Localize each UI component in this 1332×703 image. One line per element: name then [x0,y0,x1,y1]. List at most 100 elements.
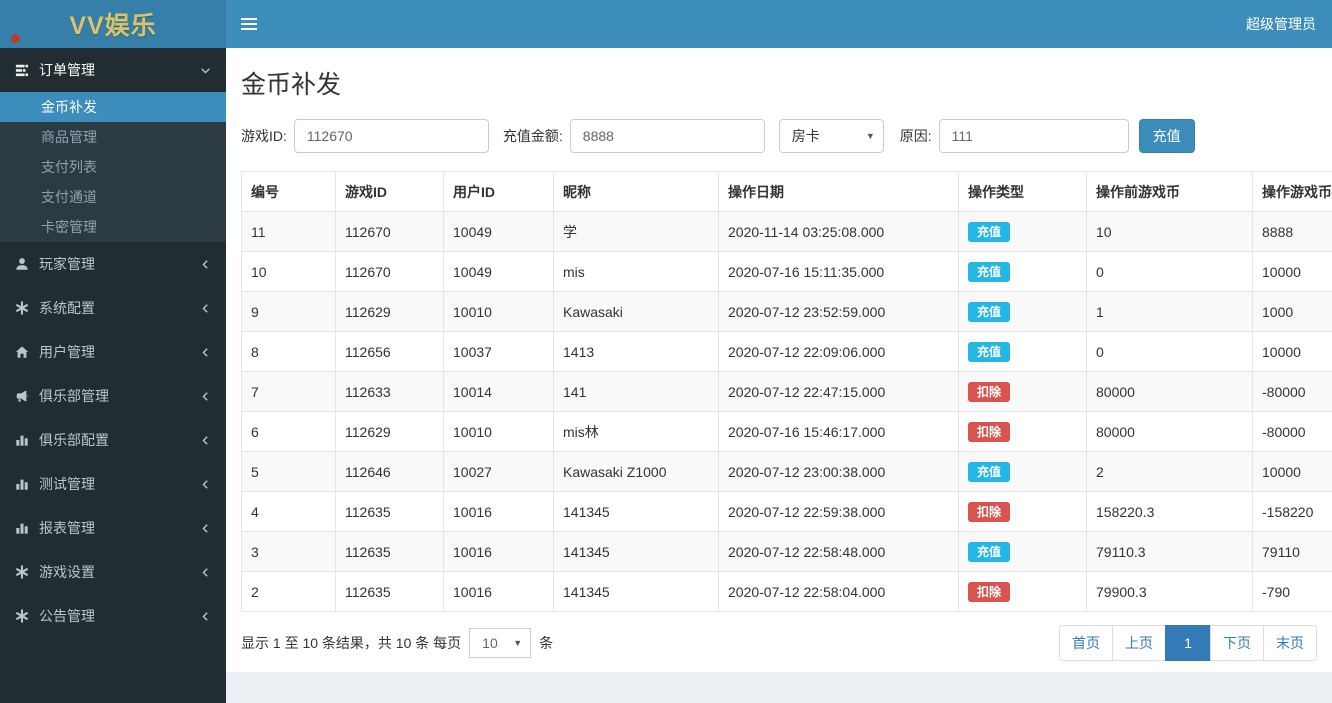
table-cell: 2020-07-12 22:09:06.000 [718,331,959,372]
table-cell: 学 [553,211,719,252]
sidebar-item-label: 报表管理 [39,520,95,536]
sidebar-item[interactable]: 游戏设置 [0,550,226,594]
table-cell: 2020-07-12 23:52:59.000 [718,291,959,332]
table-cell: 充值 [958,251,1087,292]
submenu-item[interactable]: 商品管理 [0,122,226,152]
asterisk-icon [15,565,39,579]
sidebar-item-label: 系统配置 [39,300,95,316]
game-id-input[interactable] [293,119,489,153]
table-cell: 2020-07-12 22:58:04.000 [718,571,959,612]
asterisk-icon [15,609,39,623]
table-row: 5 112646 10027 Kawasaki Z1000 2020-07-12 23:… [241,451,1332,492]
amount-label: 充值金额: [502,128,563,144]
hamburger-menu-icon[interactable] [226,0,272,48]
table-cell: 8 [241,331,336,372]
results-summary: 显示 1 至 10 条结果，共 10 条 每页 10 ▼ 条 [241,628,553,658]
sidebar-item-label: 俱乐部配置 [39,432,109,448]
sidebar-item[interactable]: 测试管理 [0,462,226,506]
op-type-badge: 扣除 [968,421,1011,442]
op-type-badge: 充值 [968,341,1011,362]
table-body: 11 112670 10049 学 2020-11-14 03:25:08.000 充值 1… [241,211,1332,612]
table-cell: 10016 [443,491,554,532]
table-cell: 扣除 [958,491,1087,532]
table-cell: 112670 [335,211,444,252]
sidebar-item-label: 公告管理 [39,608,95,624]
pagination: 首页 上页 1 下页 末页 [1059,625,1317,661]
page-size-select[interactable]: 10 ▼ [469,628,532,658]
op-type-badge: 扣除 [968,381,1011,402]
table-cell: -158220 [1252,491,1332,532]
page-button[interactable]: 下页 [1210,625,1264,661]
table-cell: 充值 [958,211,1087,252]
table-cell: 2020-07-12 23:00:38.000 [718,451,959,492]
type-select[interactable]: 房卡 ▼ [778,119,884,153]
table-row: 8 112656 10037 1413 2020-07-12 22:09:06.000 充… [241,331,1332,372]
submenu-item[interactable]: 金币补发 [0,92,226,122]
chevron-down-icon [200,65,211,76]
column-header: 操作游戏币 [1252,171,1332,212]
user-icon [15,257,39,271]
table-cell: 扣除 [958,371,1087,412]
table-row: 10 112670 10049 mis 2020-07-16 15:11:35.000 充… [241,251,1332,292]
table-cell: 6 [241,411,336,452]
table-header-row: 编号 游戏ID 用户ID 昵称 操作日期 操作类型 操作前游戏币 操作游戏币 [241,171,1332,212]
app-logo[interactable]: VV娱乐 [0,0,226,48]
table-cell: 141345 [553,571,719,612]
chevron-left-icon [200,567,211,578]
bullhorn-icon [15,389,39,403]
table-row: 7 112633 10014 141 2020-07-12 22:47:15.000 扣除… [241,371,1332,412]
page-button[interactable]: 1 [1165,625,1211,661]
sidebar-item[interactable]: 玩家管理 [0,242,226,286]
chevron-left-icon [200,435,211,446]
chevron-left-icon [200,347,211,358]
chevron-left-icon [200,391,211,402]
records-table-wrap: 编号 游戏ID 用户ID 昵称 操作日期 操作类型 操作前游戏币 操作游戏币 11 112670… [241,171,1332,612]
table-cell: 112646 [335,451,444,492]
column-header: 编号 [241,171,336,212]
type-select-value: 房卡 [791,128,820,144]
table-cell: 4 [241,491,336,532]
table-cell: 10000 [1252,251,1332,292]
recharge-button[interactable]: 充值 [1138,119,1195,153]
op-type-badge: 充值 [968,301,1011,322]
sidebar-item[interactable]: 订单管理 [0,48,226,92]
column-header: 操作类型 [958,171,1087,212]
bar-chart-icon [15,433,39,447]
page-button[interactable]: 末页 [1263,625,1317,661]
amount-input[interactable] [569,119,765,153]
table-cell: 1000 [1252,291,1332,332]
table-cell: 2020-07-16 15:46:17.000 [718,411,959,452]
sidebar-item[interactable]: 用户管理 [0,330,226,374]
op-type-badge: 充值 [968,541,1011,562]
sidebar-item[interactable]: 系统配置 [0,286,226,330]
table-cell: 2020-07-16 15:11:35.000 [718,251,959,292]
table-cell: 8888 [1252,211,1332,252]
sidebar-item[interactable]: 俱乐部配置 [0,418,226,462]
reason-input[interactable] [938,119,1129,153]
submenu-item[interactable]: 支付通道 [0,182,226,212]
table-cell: 112635 [335,531,444,572]
table-cell: 充值 [958,291,1087,332]
sidebar-item-label: 俱乐部管理 [39,388,109,404]
op-type-badge: 充值 [968,221,1011,242]
table-cell: 158220.3 [1086,491,1253,532]
page-button[interactable]: 首页 [1059,625,1113,661]
table-cell: 141 [553,371,719,412]
table-cell: 112629 [335,291,444,332]
sidebar-item[interactable]: 公告管理 [0,594,226,638]
submenu-item[interactable]: 卡密管理 [0,212,226,242]
table-cell: 9 [241,291,336,332]
page-size-value: 10 [482,635,498,651]
table-row: 6 112629 10010 mis林 2020-07-16 15:46:17.000 扣… [241,411,1332,452]
table-row: 4 112635 10016 141345 2020-07-12 22:59:38.00… [241,491,1332,532]
admin-user-label[interactable]: 超级管理员 [1230,14,1332,34]
column-header: 游戏ID [335,171,444,212]
sidebar-item[interactable]: 俱乐部管理 [0,374,226,418]
page-title: 金币补发 [241,71,342,99]
table-cell: 5 [241,451,336,492]
sidebar-item[interactable]: 报表管理 [0,506,226,550]
table-cell: 充值 [958,451,1087,492]
page-button[interactable]: 上页 [1112,625,1166,661]
submenu-item[interactable]: 支付列表 [0,152,226,182]
table-cell: 2020-07-12 22:59:38.000 [718,491,959,532]
